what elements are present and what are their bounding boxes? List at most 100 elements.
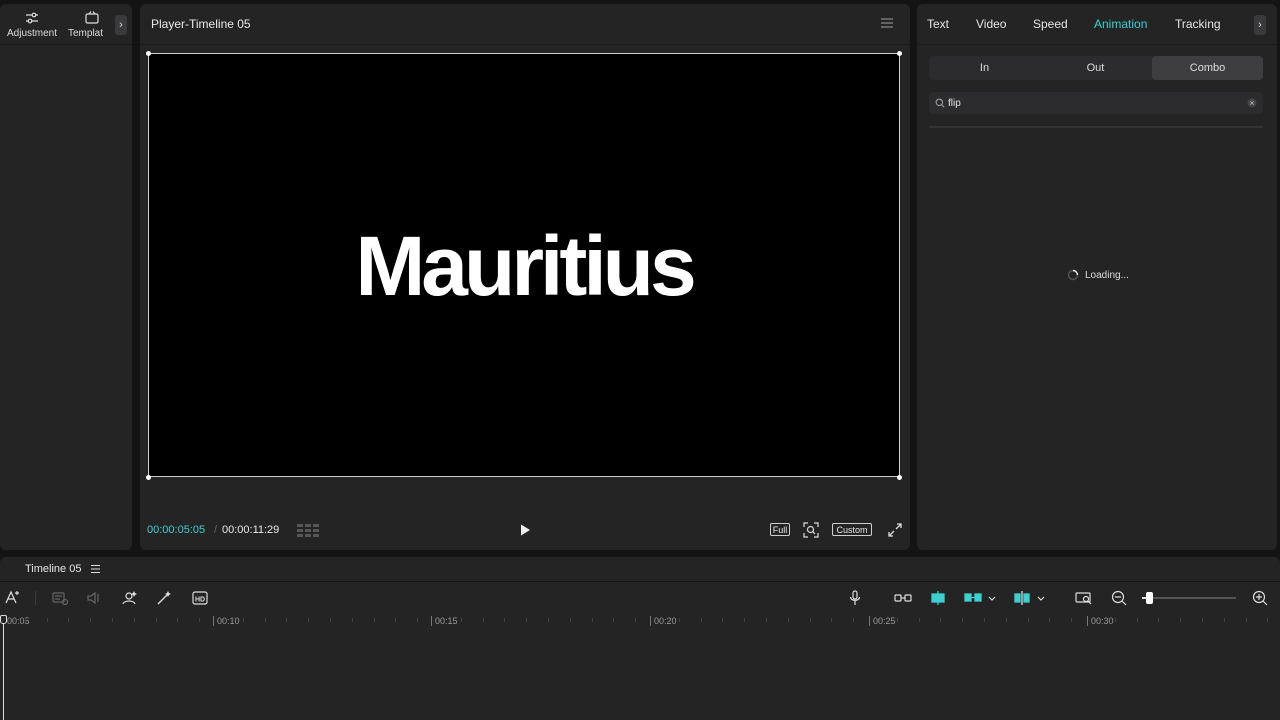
resize-handle-top-right[interactable] <box>897 51 902 56</box>
zoom-in-icon[interactable] <box>1251 589 1269 607</box>
tabs-more-button[interactable]: › <box>1254 15 1266 35</box>
ruler-tick <box>264 618 266 622</box>
ruler-tick <box>853 618 855 622</box>
zoom-out-icon[interactable] <box>1110 589 1128 607</box>
tab-adjustment-label: Adjustment <box>7 28 58 39</box>
ruler-tick <box>1136 618 1138 622</box>
animation-type-tabs: In Out Combo <box>929 56 1263 80</box>
zoom-slider-track[interactable] <box>1146 597 1236 599</box>
subtab-out[interactable]: Out <box>1040 56 1151 80</box>
zoom-to-fit-icon[interactable] <box>1075 589 1093 607</box>
clear-icon[interactable] <box>1247 98 1257 108</box>
ruler-tick <box>133 618 135 622</box>
tab-tracking[interactable]: Tracking <box>1175 17 1221 31</box>
left-more-button[interactable]: › <box>115 15 127 35</box>
chevron-down-icon[interactable] <box>986 589 998 607</box>
divider <box>917 44 1277 45</box>
audio-split-icon[interactable] <box>85 589 103 607</box>
microphone-icon[interactable] <box>846 589 864 607</box>
select-tool-icon[interactable] <box>3 589 21 607</box>
zoom-slider-thumb[interactable] <box>1146 592 1153 604</box>
ruler-tick <box>678 618 680 622</box>
svg-text:HD: HD <box>195 597 205 604</box>
tab-templates[interactable]: Templat <box>68 10 110 39</box>
resize-handle-bottom-left[interactable] <box>146 475 151 480</box>
resize-handle-top-left[interactable] <box>146 51 151 56</box>
current-time: 00:00:05:05 <box>147 524 206 536</box>
menu-icon[interactable] <box>880 17 894 29</box>
subtab-combo[interactable]: Combo <box>1152 56 1263 80</box>
divider <box>0 581 1280 582</box>
subtab-in[interactable]: In <box>929 56 1040 80</box>
resize-handle-bottom-right[interactable] <box>897 475 902 480</box>
template-icon <box>85 11 99 24</box>
ruler-tick <box>1202 618 1203 622</box>
tab-adjustment[interactable]: Adjustment <box>7 10 57 39</box>
ruler-tick <box>330 618 331 622</box>
main-track-magnet-icon[interactable] <box>964 589 982 607</box>
divider <box>0 44 132 45</box>
tab-text[interactable]: Text <box>927 17 949 31</box>
ruler-tick <box>373 618 375 622</box>
player-title: Player-Timeline 05 <box>151 17 251 31</box>
ruler-label: 00:15 <box>431 616 458 626</box>
ruler-tick <box>635 618 637 622</box>
play-icon[interactable] <box>518 523 532 537</box>
grid-icon[interactable] <box>297 524 319 537</box>
ruler-tick <box>1223 618 1225 622</box>
timeline-title: Timeline 05 <box>25 563 82 575</box>
preview-axis-icon[interactable] <box>1013 589 1031 607</box>
left-panel: Adjustment Templat › <box>0 4 132 550</box>
magic-wand-icon[interactable] <box>155 589 173 607</box>
auto-cutout-icon[interactable] <box>120 589 138 607</box>
ruler-tick <box>548 618 549 622</box>
ruler-tick <box>1049 618 1051 622</box>
ruler-tick <box>831 618 833 622</box>
playhead-line[interactable] <box>3 615 4 720</box>
ruler-tick <box>1180 618 1182 622</box>
link-clips-icon[interactable] <box>894 589 912 607</box>
auto-snap-icon[interactable] <box>929 589 947 607</box>
ruler-tick <box>591 618 593 622</box>
menu-icon[interactable] <box>90 564 101 574</box>
sliders-icon <box>26 12 39 24</box>
ruler-tick <box>1245 618 1247 622</box>
preview-canvas[interactable]: Mauritius <box>148 53 900 477</box>
timeline-panel: Timeline 05 HD 00:05 00:10 00:15 00:20 0… <box>0 557 1280 720</box>
ruler-tick <box>700 618 702 622</box>
ruler-tick <box>1158 618 1160 622</box>
ruler-label: 00:30 <box>1087 616 1114 626</box>
canvas-title-text[interactable]: Mauritius <box>149 218 899 315</box>
ruler-tick <box>962 618 964 622</box>
full-quality-button[interactable]: Full <box>770 523 790 536</box>
loading-indicator: Loading... <box>1067 269 1129 281</box>
ruler-label: 00:10 <box>213 616 240 626</box>
ruler-tick <box>199 618 201 622</box>
zoom-fit-icon[interactable] <box>803 522 819 538</box>
search-field[interactable] <box>929 92 1263 114</box>
ruler-tick <box>809 618 811 622</box>
ruler-label: 00:20 <box>650 616 677 626</box>
ruler-tick <box>286 618 288 622</box>
tab-video[interactable]: Video <box>976 17 1006 31</box>
ruler-tick <box>569 618 571 622</box>
spinner-icon <box>1067 269 1079 281</box>
fullscreen-icon[interactable] <box>887 522 903 538</box>
time-ruler[interactable]: 00:05 00:10 00:15 00:20 00:25 00:30 <box>0 614 1280 632</box>
tab-templates-label: Templat <box>68 28 104 39</box>
search-input[interactable] <box>948 95 1238 111</box>
ruler-tick <box>984 618 985 622</box>
chevron-down-icon[interactable] <box>1035 589 1047 607</box>
ruler-tick <box>1005 618 1007 622</box>
divider <box>140 44 910 45</box>
ruler-tick <box>1114 618 1116 622</box>
aspect-ratio-button[interactable]: Custom <box>832 523 872 536</box>
ruler-tick <box>1267 618 1269 622</box>
search-icon <box>935 98 945 108</box>
ruler-tick <box>242 618 244 622</box>
freeze-frame-icon[interactable] <box>51 589 69 607</box>
hd-icon[interactable]: HD <box>191 589 209 607</box>
tab-speed[interactable]: Speed <box>1033 17 1068 31</box>
tab-animation[interactable]: Animation <box>1094 17 1147 31</box>
playhead-handle[interactable] <box>0 615 7 624</box>
